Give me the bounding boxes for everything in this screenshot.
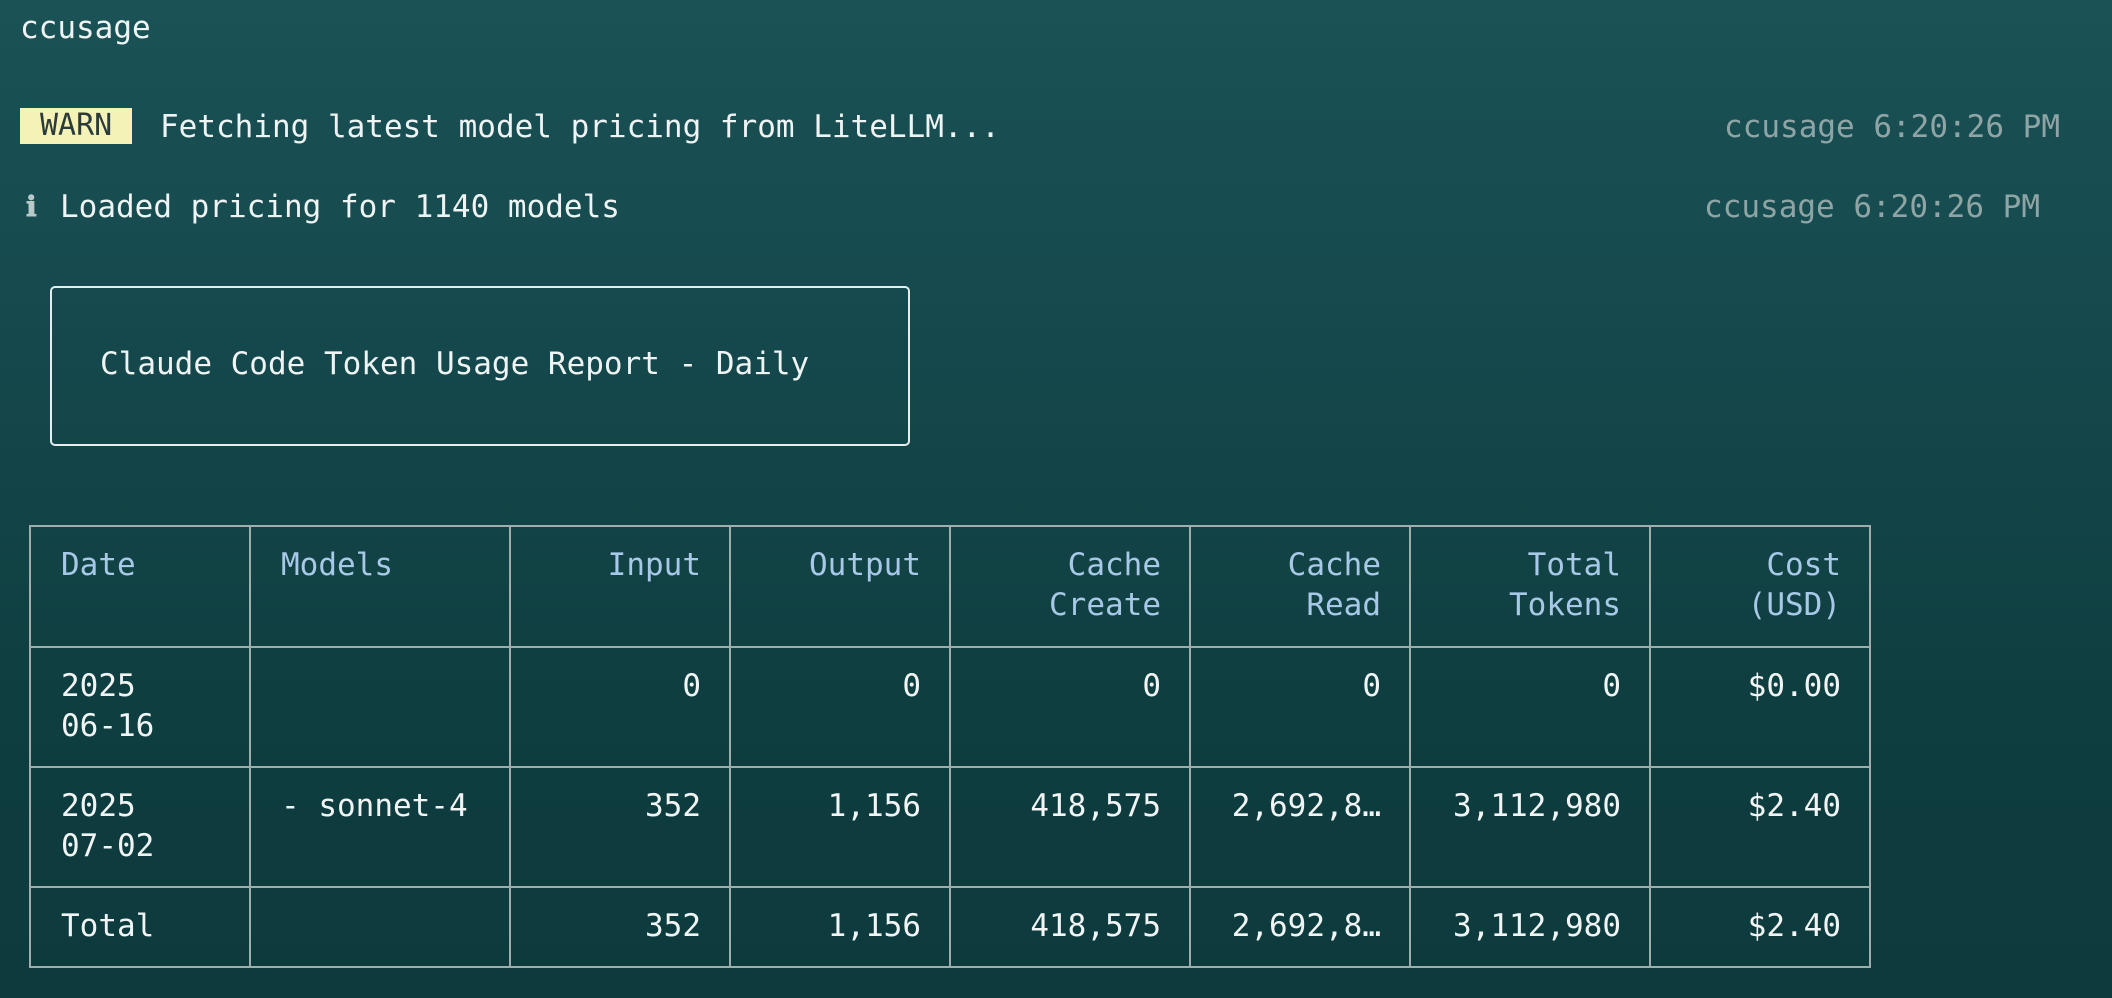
col-header-cache-read: Cache Read	[1189, 525, 1411, 648]
cell-cost: $2.40	[1649, 886, 1871, 968]
cell-output: 1,156	[729, 886, 951, 968]
cell-models	[249, 886, 511, 968]
table-row: 2025 06-16 0 0 0 0 0 $0.00	[29, 646, 1871, 768]
cell-cost: $0.00	[1649, 646, 1871, 768]
log-source-time: ccusage 6:20:26 PM	[1704, 189, 2040, 225]
cell-date: 2025 07-02	[29, 766, 251, 888]
col-header-cost: Cost (USD)	[1649, 525, 1871, 648]
col-header-cache-create: Cache Create	[949, 525, 1191, 648]
log-message: Fetching latest model pricing from LiteL…	[160, 109, 1000, 145]
cell-total-tokens: 3,112,980	[1409, 886, 1651, 968]
cell-cache-read: 0	[1189, 646, 1411, 768]
table-row: 2025 07-02 - sonnet-4 352 1,156 418,575 2…	[29, 766, 1871, 888]
cell-output: 0	[729, 646, 951, 768]
log-message: Loaded pricing for 1140 models	[60, 189, 620, 225]
usage-table: Date Models Input Output Cache Create Cac…	[29, 525, 1871, 968]
cell-cache-create: 418,575	[949, 766, 1191, 888]
col-header-input: Input	[509, 525, 731, 648]
report-title-box: Claude Code Token Usage Report - Daily	[50, 286, 910, 446]
warn-badge: WARN	[20, 108, 133, 144]
log-line-warn: WARN Fetching latest model pricing from …	[20, 108, 2080, 146]
log-source-time: ccusage 6:20:26 PM	[1724, 109, 2060, 145]
cell-cache-read: 2,692,8…	[1189, 886, 1411, 968]
terminal-title: ccusage	[20, 10, 151, 46]
info-icon: ℹ	[26, 190, 37, 223]
col-header-output: Output	[729, 525, 951, 648]
cell-models	[249, 646, 511, 768]
report-title: Claude Code Token Usage Report - Daily	[100, 346, 810, 382]
cell-cache-create: 0	[949, 646, 1191, 768]
cell-total-label: Total	[29, 886, 251, 968]
col-header-date: Date	[29, 525, 251, 648]
cell-cost: $2.40	[1649, 766, 1871, 888]
cell-cache-read: 2,692,8…	[1189, 766, 1411, 888]
cell-total-tokens: 0	[1409, 646, 1651, 768]
cell-input: 352	[509, 886, 731, 968]
cell-input: 0	[509, 646, 731, 768]
table-total-row: Total 352 1,156 418,575 2,692,8… 3,112,9…	[29, 886, 1871, 968]
cell-input: 352	[509, 766, 731, 888]
cell-date: 2025 06-16	[29, 646, 251, 768]
cell-total-tokens: 3,112,980	[1409, 766, 1651, 888]
cell-cache-create: 418,575	[949, 886, 1191, 968]
table-header-row: Date Models Input Output Cache Create Cac…	[29, 525, 1871, 648]
cell-output: 1,156	[729, 766, 951, 888]
col-header-models: Models	[249, 525, 511, 648]
log-line-info: ℹ Loaded pricing for 1140 models ccusage…	[20, 188, 2080, 226]
cell-models: - sonnet-4	[249, 766, 511, 888]
col-header-total-tokens: Total Tokens	[1409, 525, 1651, 648]
